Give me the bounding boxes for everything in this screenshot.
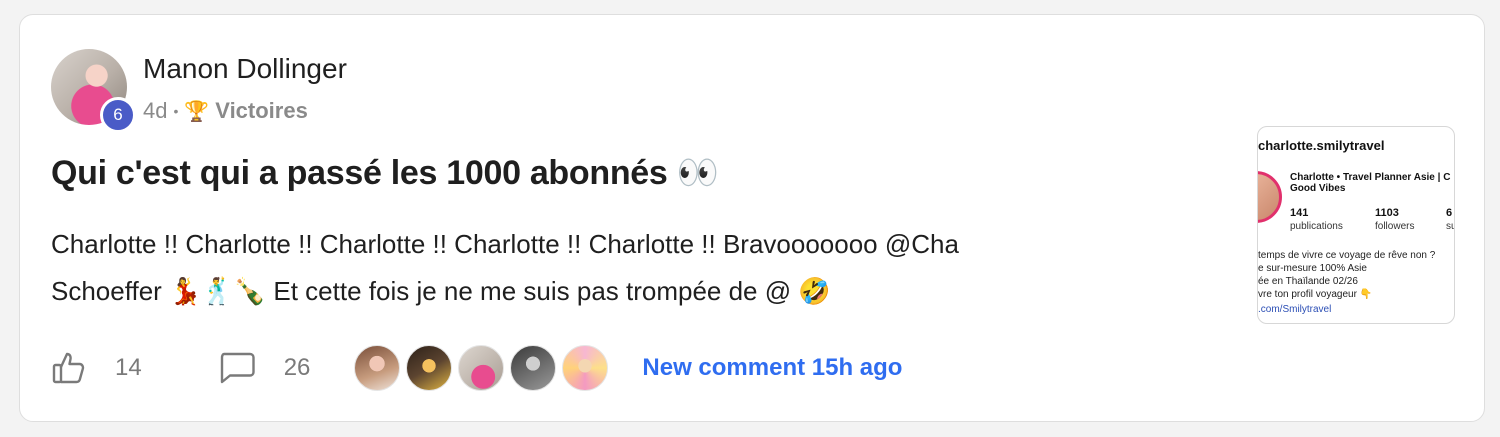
post-category[interactable]: Victoires (215, 98, 308, 124)
post-actions: 14 26 New comment 15h ago (51, 345, 902, 391)
level-badge: 6 (100, 97, 136, 133)
trophy-icon: 🏆 (184, 100, 210, 123)
post-body-line-1: Charlotte !! Charlotte !! Charlotte !! C… (51, 229, 959, 259)
ig-stat-followers-label: followers (1375, 221, 1415, 232)
ig-display-name: Charlotte • Travel Planner Asie | C (1290, 172, 1451, 183)
ig-handle: charlotte.smilytravel (1258, 138, 1385, 153)
ig-stat-following-label: su (1446, 221, 1454, 232)
ig-bio: temps de vivre ce voyage de rêve non ? e… (1258, 250, 1436, 300)
comment-button[interactable]: 26 (186, 351, 311, 385)
author-avatar[interactable]: 6 (51, 49, 136, 133)
commenter-avatar[interactable] (406, 345, 453, 391)
post-meta: 4d • 🏆 Victoires (143, 98, 308, 124)
author-name[interactable]: Manon Dollinger (143, 53, 347, 85)
post-body-line-2: Schoeffer 💃🕺🍾 Et cette fois je ne me sui… (51, 276, 831, 306)
post-card[interactable]: 6 Manon Dollinger 4d • 🏆 Victoires Qui c… (19, 14, 1485, 422)
ig-stat-following: 6 (1446, 207, 1453, 219)
comment-count: 26 (283, 354, 311, 381)
comment-icon (218, 351, 256, 385)
like-count: 14 (115, 354, 142, 381)
instagram-profile-screenshot: charlotte.smilytravel Charlotte • Travel… (1258, 127, 1454, 323)
commenter-avatars[interactable] (354, 345, 609, 391)
new-comment-link[interactable]: New comment 15h ago (642, 354, 902, 382)
ig-link: .com/Smilytravel (1258, 304, 1332, 315)
thumbs-up-icon (51, 350, 87, 386)
ig-stat-posts-label: publications (1290, 221, 1343, 232)
commenter-avatar[interactable] (562, 345, 609, 391)
ig-profile-picture (1258, 171, 1282, 223)
like-button[interactable]: 14 (51, 350, 142, 386)
meta-separator: • (173, 103, 179, 119)
post-time: 4d (143, 98, 168, 123)
post-title[interactable]: Qui c'est qui a passé les 1000 abonnés 👀 (51, 153, 719, 193)
ig-display-name-2: Good Vibes (1290, 183, 1346, 194)
ig-stat-posts: 141 (1290, 207, 1309, 219)
commenter-avatar[interactable] (510, 345, 557, 391)
post-body: Charlotte !! Charlotte !! Charlotte !! C… (51, 221, 1161, 315)
post-attachment-thumbnail[interactable]: charlotte.smilytravel Charlotte • Travel… (1257, 126, 1455, 324)
commenter-avatar[interactable] (458, 345, 505, 391)
commenter-avatar[interactable] (354, 345, 401, 391)
ig-stat-followers: 1103 (1375, 207, 1399, 219)
